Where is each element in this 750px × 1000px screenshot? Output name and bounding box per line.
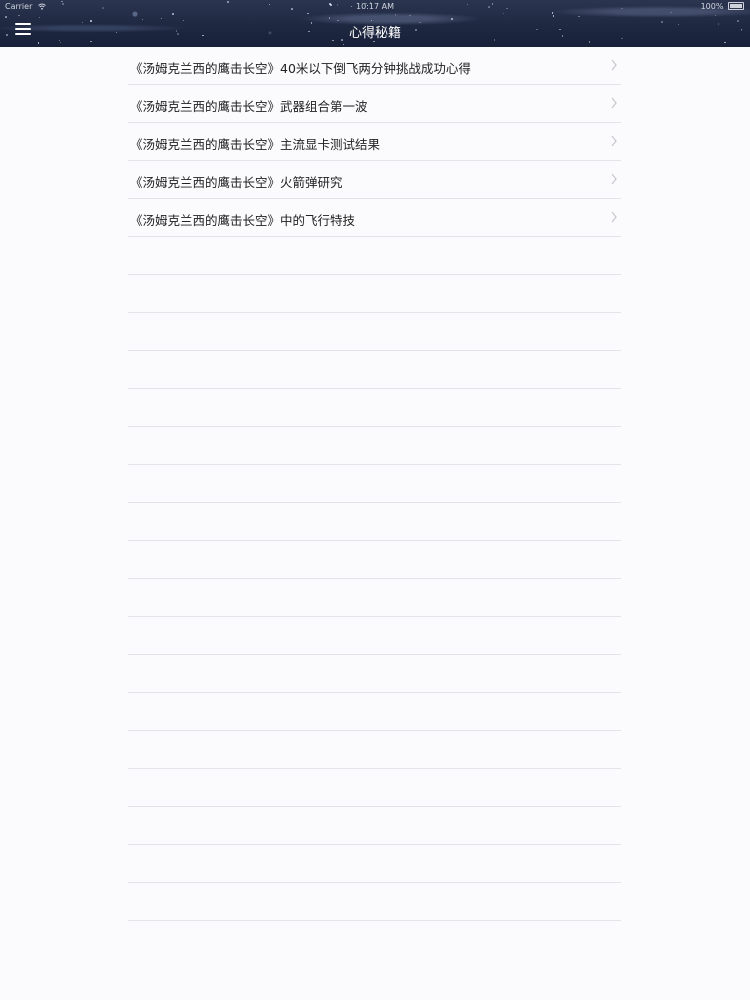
list-item-label: 《汤姆克兰西的鹰击长空》武器组合第一波 bbox=[130, 99, 368, 114]
empty-row bbox=[128, 541, 621, 579]
list-item-label: 《汤姆克兰西的鹰击长空》主流显卡测试结果 bbox=[130, 137, 381, 152]
empty-row bbox=[128, 807, 621, 845]
article-list: 《汤姆克兰西的鹰击长空》40米以下倒飞两分钟挑战成功心得 《汤姆克兰西的鹰击长空》… bbox=[128, 47, 621, 921]
empty-row bbox=[128, 503, 621, 541]
empty-row bbox=[128, 883, 621, 921]
empty-row bbox=[128, 579, 621, 617]
battery-indicator: 100% bbox=[701, 2, 744, 11]
chevron-right-icon bbox=[611, 211, 617, 223]
chevron-right-icon bbox=[611, 173, 617, 185]
empty-row bbox=[128, 617, 621, 655]
chevron-right-icon bbox=[611, 59, 617, 71]
empty-row bbox=[128, 769, 621, 807]
battery-icon bbox=[728, 2, 744, 10]
status-bar: Carrier 10:17 AM 100% bbox=[0, 0, 750, 14]
list-item[interactable]: 《汤姆克兰西的鹰击长空》中的飞行特技 bbox=[128, 199, 621, 237]
list-item-label: 《汤姆克兰西的鹰击长空》40米以下倒飞两分钟挑战成功心得 bbox=[130, 61, 471, 76]
list-item[interactable]: 《汤姆克兰西的鹰击长空》武器组合第一波 bbox=[128, 85, 621, 123]
empty-row bbox=[128, 313, 621, 351]
empty-row bbox=[128, 845, 621, 883]
empty-row bbox=[128, 237, 621, 275]
list-item-label: 《汤姆克兰西的鹰击长空》中的飞行特技 bbox=[130, 213, 356, 228]
empty-row bbox=[128, 731, 621, 769]
empty-row bbox=[128, 655, 621, 693]
list-item-label: 《汤姆克兰西的鹰击长空》火箭弹研究 bbox=[130, 175, 343, 190]
status-time: 10:17 AM bbox=[356, 2, 394, 11]
battery-percentage: 100% bbox=[700, 2, 724, 11]
empty-row bbox=[128, 465, 621, 503]
list-item[interactable]: 《汤姆克兰西的鹰击长空》主流显卡测试结果 bbox=[128, 123, 621, 161]
page-title: 心得秘籍 bbox=[348, 26, 401, 41]
chevron-right-icon bbox=[611, 135, 617, 147]
empty-row bbox=[128, 275, 621, 313]
navigation-bar: Carrier 10:17 AM 100% 心得秘籍 bbox=[0, 0, 750, 47]
chevron-right-icon bbox=[611, 97, 617, 109]
empty-row bbox=[128, 693, 621, 731]
empty-row bbox=[128, 351, 621, 389]
empty-row bbox=[128, 389, 621, 427]
list-item[interactable]: 《汤姆克兰西的鹰击长空》40米以下倒飞两分钟挑战成功心得 bbox=[128, 47, 621, 85]
empty-row bbox=[128, 427, 621, 465]
list-item[interactable]: 《汤姆克兰西的鹰击长空》火箭弹研究 bbox=[128, 161, 621, 199]
